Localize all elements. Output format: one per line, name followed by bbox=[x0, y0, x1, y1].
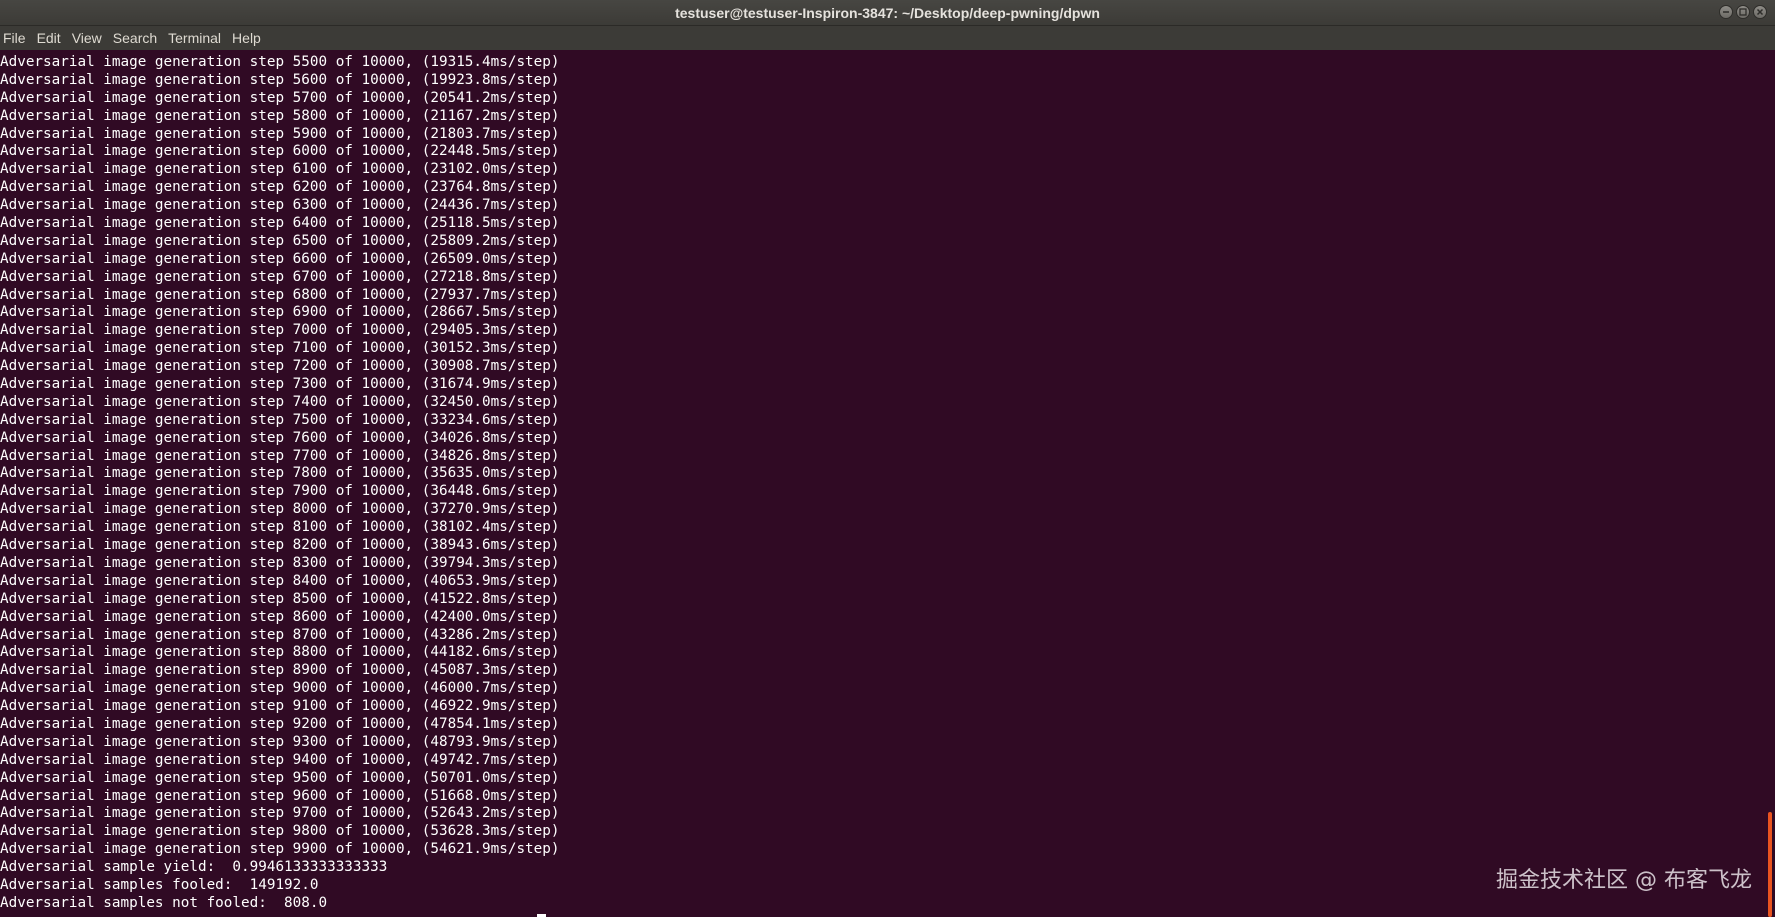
terminal-line: Adversarial image generation step 6200 o… bbox=[0, 179, 560, 196]
window-controls bbox=[1719, 5, 1767, 21]
menu-edit[interactable]: Edit bbox=[36, 26, 66, 50]
menu-help[interactable]: Help bbox=[231, 26, 266, 50]
menu-terminal[interactable]: Terminal bbox=[167, 26, 226, 50]
terminal-line: Adversarial image generation step 6700 o… bbox=[0, 268, 560, 285]
terminal-line: Adversarial image generation step 8900 o… bbox=[0, 662, 560, 679]
terminal-line: Adversarial image generation step 7700 o… bbox=[0, 447, 560, 464]
terminal-line: Adversarial image generation step 7500 o… bbox=[0, 411, 560, 428]
menu-file[interactable]: File bbox=[2, 26, 31, 50]
terminal-line: Adversarial image generation step 5900 o… bbox=[0, 125, 560, 142]
terminal-line: Adversarial image generation step 6400 o… bbox=[0, 215, 560, 232]
terminal-line: Adversarial image generation step 5800 o… bbox=[0, 107, 560, 124]
terminal-line: Adversarial image generation step 9900 o… bbox=[0, 841, 560, 858]
terminal-line: Adversarial image generation step 7400 o… bbox=[0, 393, 560, 410]
terminal-line: Adversarial image generation step 8000 o… bbox=[0, 501, 560, 518]
terminal-line: Adversarial image generation step 9800 o… bbox=[0, 823, 560, 840]
terminal-line: Adversarial samples not fooled: 808.0 bbox=[0, 894, 328, 911]
terminal-line: Adversarial sample yield: 0.994613333333… bbox=[0, 859, 388, 876]
terminal-line: Adversarial image generation step 9500 o… bbox=[0, 769, 560, 786]
terminal-line: Adversarial image generation step 9600 o… bbox=[0, 787, 560, 804]
terminal-line: Adversarial samples fooled: 149192.0 bbox=[0, 876, 319, 893]
watermark-text: 掘金技术社区 @ 布客飞龙 bbox=[1496, 868, 1752, 893]
terminal-line: Adversarial image generation step 8300 o… bbox=[0, 554, 560, 571]
terminal-line: Adversarial image generation step 8100 o… bbox=[0, 519, 560, 536]
terminal-line: Adversarial image generation step 5500 o… bbox=[0, 54, 560, 70]
menu-bar: File Edit View Search Terminal Help bbox=[0, 26, 1775, 50]
terminal-line: Adversarial image generation step 6000 o… bbox=[0, 143, 560, 160]
terminal-lines: Adversarial image generation step 5500 o… bbox=[0, 54, 559, 913]
terminal-line: Adversarial image generation step 5700 o… bbox=[0, 89, 560, 106]
terminal-line: Adversarial image generation step 9000 o… bbox=[0, 680, 560, 697]
terminal-line: Adversarial image generation step 6600 o… bbox=[0, 250, 560, 267]
terminal-line: Adversarial image generation step 6900 o… bbox=[0, 304, 560, 321]
close-icon[interactable] bbox=[1753, 5, 1767, 19]
window-title: testuser@testuser-Inspiron-3847: ~/Deskt… bbox=[675, 5, 1100, 21]
terminal-line: Adversarial image generation step 8200 o… bbox=[0, 537, 560, 554]
scrollbar-thumb[interactable] bbox=[1768, 812, 1772, 917]
terminal-line: Adversarial image generation step 6100 o… bbox=[0, 161, 560, 178]
terminal-line: Adversarial image generation step 6500 o… bbox=[0, 232, 560, 249]
menu-view[interactable]: View bbox=[71, 26, 107, 50]
terminal-line: Adversarial image generation step 8500 o… bbox=[0, 590, 560, 607]
terminal-output-area[interactable]: Adversarial image generation step 5500 o… bbox=[0, 50, 1760, 917]
terminal-line: Adversarial image generation step 7600 o… bbox=[0, 429, 560, 446]
terminal-line: Adversarial image generation step 7100 o… bbox=[0, 340, 560, 357]
terminal-line: Adversarial image generation step 6800 o… bbox=[0, 286, 560, 303]
terminal-line: Adversarial image generation step 6300 o… bbox=[0, 197, 560, 214]
scrollbar[interactable] bbox=[1760, 50, 1775, 917]
terminal-line: Adversarial image generation step 8700 o… bbox=[0, 626, 560, 643]
terminal-line: Adversarial image generation step 7300 o… bbox=[0, 376, 560, 393]
terminal-line: Adversarial image generation step 7200 o… bbox=[0, 358, 560, 375]
terminal-line: Adversarial image generation step 9100 o… bbox=[0, 698, 560, 715]
terminal-line: Adversarial image generation step 9700 o… bbox=[0, 805, 560, 822]
terminal-line: Adversarial image generation step 9300 o… bbox=[0, 733, 560, 750]
terminal-line: Adversarial image generation step 7900 o… bbox=[0, 483, 560, 500]
maximize-icon[interactable] bbox=[1736, 5, 1750, 19]
terminal-line: Adversarial image generation step 7800 o… bbox=[0, 465, 560, 482]
minimize-icon[interactable] bbox=[1719, 5, 1733, 19]
terminal-line: Adversarial image generation step 8800 o… bbox=[0, 644, 560, 661]
terminal-line: Adversarial image generation step 8600 o… bbox=[0, 608, 560, 625]
terminal-line: Adversarial image generation step 9400 o… bbox=[0, 751, 560, 768]
terminal-window: testuser@testuser-Inspiron-3847: ~/Deskt… bbox=[0, 0, 1775, 917]
terminal-line: Adversarial image generation step 9200 o… bbox=[0, 715, 560, 732]
title-bar[interactable]: testuser@testuser-Inspiron-3847: ~/Deskt… bbox=[0, 0, 1775, 26]
menu-search[interactable]: Search bbox=[112, 26, 162, 50]
terminal-line: Adversarial image generation step 8400 o… bbox=[0, 572, 560, 589]
terminal-line: Adversarial image generation step 5600 o… bbox=[0, 71, 560, 88]
terminal-line: Adversarial image generation step 7000 o… bbox=[0, 322, 560, 339]
